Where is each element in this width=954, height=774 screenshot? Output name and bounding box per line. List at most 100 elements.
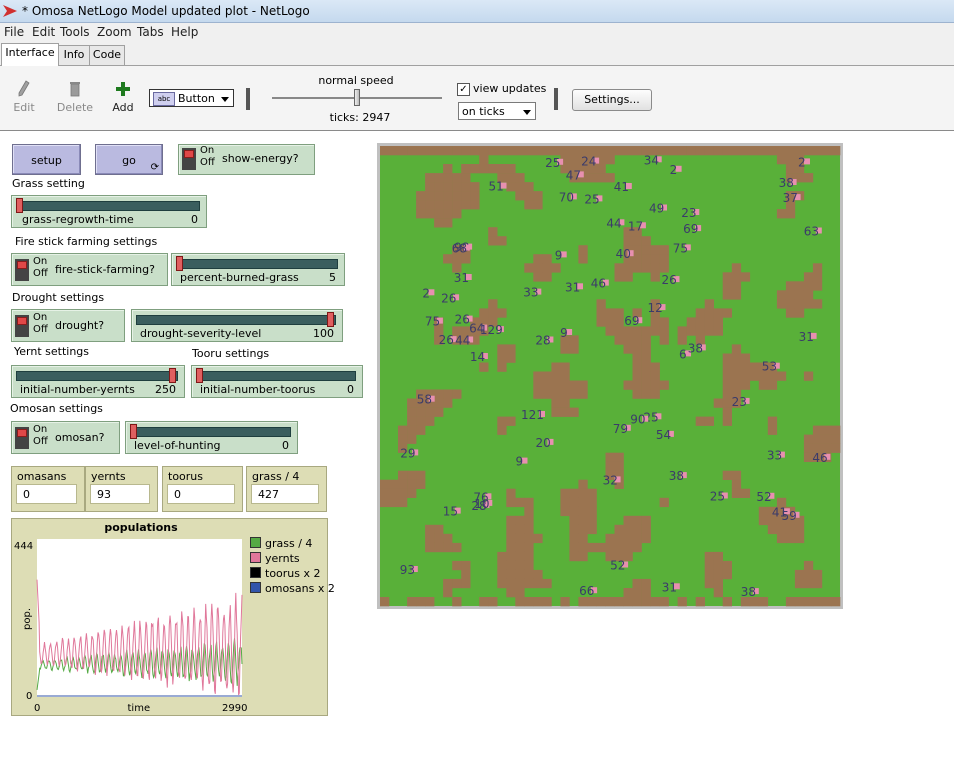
dirt-patch — [749, 371, 760, 381]
dirt-patch — [551, 362, 561, 372]
menu-tabs[interactable]: Tabs — [137, 25, 164, 39]
dirt-patch — [470, 200, 480, 210]
slider-thumb[interactable] — [176, 256, 183, 271]
slider-thumb[interactable] — [130, 424, 137, 439]
menu-help[interactable]: Help — [171, 25, 198, 39]
dirt-patch — [425, 191, 435, 201]
dirt-patch — [614, 524, 624, 535]
agent-label: 75 — [425, 315, 440, 329]
dirt-patch — [506, 542, 516, 553]
dirt-patch — [434, 200, 444, 210]
legend-swatch — [250, 567, 261, 578]
dirt-patch — [614, 461, 624, 471]
dirt-patch — [794, 146, 805, 156]
dirt-patch — [533, 533, 543, 544]
world-view[interactable]: 70 15 79 63 46 25 28 37 12 31 23 9 2 24 53 31 10 2 28 9 46 52… — [377, 143, 843, 609]
dirt-patch — [722, 362, 732, 372]
dirt-patch — [794, 569, 805, 580]
tab-interface[interactable]: Interface — [1, 43, 59, 66]
tab-code[interactable]: Code — [89, 45, 125, 65]
slider-thumb[interactable] — [196, 368, 203, 383]
speed-slider-thumb[interactable] — [354, 89, 360, 106]
dirt-patch — [767, 146, 778, 156]
edit-button[interactable]: Edit — [10, 80, 38, 114]
menu-tools[interactable]: Tools — [60, 25, 90, 39]
slider-drought-severity[interactable]: drought-severity-level 100 — [131, 309, 343, 342]
omosan-switch[interactable]: On Off omosan? — [11, 421, 120, 454]
agent-label: 9 — [560, 326, 568, 340]
update-mode-select[interactable]: on ticks — [458, 102, 536, 120]
slider-toorus[interactable]: initial-number-toorus 0 — [191, 365, 363, 398]
delete-button[interactable]: Delete — [56, 80, 94, 114]
dirt-patch — [407, 407, 417, 417]
dirt-patch — [569, 533, 579, 544]
dirt-patch — [659, 380, 669, 390]
dirt-patch — [758, 506, 769, 517]
dirt-patch — [443, 182, 453, 192]
slider-thumb[interactable] — [327, 312, 334, 327]
dirt-patch — [650, 245, 660, 255]
dirt-patch — [731, 272, 742, 282]
dirt-patch — [497, 164, 507, 174]
settings-button[interactable]: Settings... — [572, 89, 652, 111]
dirt-patch — [587, 515, 597, 526]
dirt-patch — [677, 597, 687, 607]
dirt-patch — [560, 389, 570, 399]
menu-edit[interactable]: Edit — [32, 25, 55, 39]
dirt-patch — [515, 560, 525, 571]
dirt-patch — [632, 245, 642, 255]
menu-zoom[interactable]: Zoom — [97, 25, 132, 39]
slider-hunting[interactable]: level-of-hunting 0 — [125, 421, 298, 454]
dirt-patch — [506, 416, 516, 426]
add-button[interactable]: Add — [110, 80, 136, 114]
dirt-patch — [587, 597, 597, 607]
go-button[interactable]: go ⟳ — [95, 144, 163, 175]
drought-switch[interactable]: On Off drought? — [11, 309, 125, 342]
dirt-patch — [614, 272, 624, 282]
dirt-patch — [803, 281, 814, 291]
agent-yernt: 121 — [521, 408, 545, 422]
dirt-patch — [398, 470, 408, 480]
widget-type-combo[interactable]: abc Button — [149, 89, 234, 107]
dirt-patch — [722, 308, 732, 318]
dirt-patch — [623, 272, 633, 282]
dirt-patch — [524, 497, 534, 508]
dirt-patch — [452, 173, 462, 183]
dirt-patch — [515, 578, 525, 589]
dirt-patch — [398, 479, 408, 489]
dirt-patch — [434, 209, 444, 219]
dirt-patch — [650, 371, 660, 381]
view-updates-checkbox[interactable]: ✓ — [457, 83, 470, 96]
slider-thumb[interactable] — [169, 368, 176, 383]
agent-label: 75 — [673, 241, 688, 255]
dirt-patch — [785, 308, 796, 318]
fire-stick-switch[interactable]: On Off fire-stick-farming? — [11, 253, 168, 286]
dirt-patch — [497, 353, 507, 363]
slider-yernts[interactable]: initial-number-yernts 250 — [11, 365, 185, 398]
show-energy-switch[interactable]: On Off show-energy? — [178, 144, 315, 175]
dirt-patch — [551, 398, 561, 408]
dirt-patch — [659, 326, 669, 336]
dirt-patch — [776, 209, 787, 219]
dirt-patch — [731, 380, 742, 390]
dirt-patch — [812, 569, 823, 580]
dirt-patch — [506, 515, 516, 526]
dirt-patch — [704, 569, 714, 580]
dirt-patch — [632, 254, 642, 264]
dirt-patch — [641, 353, 651, 363]
slider-percent-burned[interactable]: percent-burned-grass 5 — [171, 253, 345, 286]
dirt-patch — [614, 308, 624, 318]
menu-file[interactable]: File — [4, 25, 24, 39]
slider-grass-regrowth[interactable]: grass-regrowth-time 0 — [11, 195, 207, 228]
dirt-patch — [632, 353, 642, 363]
dirt-patch — [515, 588, 525, 598]
setup-button[interactable]: setup — [12, 144, 81, 175]
agent-label: 93 — [400, 563, 415, 577]
tab-info[interactable]: Info — [58, 45, 90, 65]
dirt-patch — [632, 263, 642, 273]
dirt-patch — [623, 263, 633, 273]
monitor-value: 93 — [90, 484, 150, 504]
agent-label: 17 — [628, 219, 643, 233]
slider-thumb[interactable] — [16, 198, 23, 213]
dirt-patch — [578, 254, 588, 264]
